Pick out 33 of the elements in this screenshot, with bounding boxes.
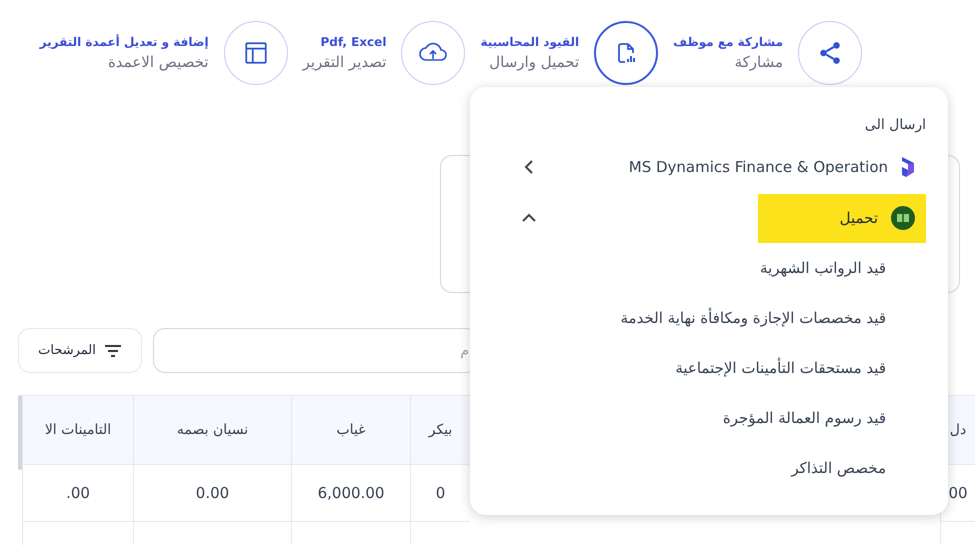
table-cell-text: 0.00 <box>196 482 230 504</box>
action-title: القيود المحاسبية <box>480 34 580 51</box>
menu-item[interactable]: MS Dynamics Finance & Operation <box>628 142 926 192</box>
table-cell-text: 00 <box>948 482 968 504</box>
action-subtitle: تخصيص الاعمدة <box>108 52 209 73</box>
table-cell-text: 6,000.00 <box>318 482 384 504</box>
menu-subitem[interactable]: قيد مخصصات الإجازة ومكافأة نهاية الخدمة <box>620 293 926 343</box>
chevron-left-icon <box>524 159 534 175</box>
table-cell-text: 0 <box>436 482 446 504</box>
column-header: غياب <box>336 420 366 440</box>
table-cell-text: .00 <box>66 482 90 504</box>
menu-item[interactable]: تحميل <box>758 194 926 242</box>
filter-icon <box>104 344 122 358</box>
filters-button[interactable]: المرشحات <box>18 328 142 373</box>
column-header: التامينات الا <box>44 420 112 440</box>
layout-icon <box>242 40 269 66</box>
chevron-up-icon <box>521 213 537 223</box>
menu-title: ارسال الى <box>864 116 926 134</box>
action-subtitle: تصدير التقرير <box>302 52 386 73</box>
column-header: نسيان بصمه <box>176 420 248 440</box>
action-subtitle: تحميل وارسال <box>489 52 580 73</box>
action-subtitle: مشاركة <box>734 52 783 73</box>
menu-subitem[interactable]: قيد الرواتب الشهرية <box>760 243 926 293</box>
menu-subitem[interactable]: قيد رسوم العمالة المؤجرة <box>722 393 926 443</box>
action-title: مشاركة مع موظف <box>673 34 783 51</box>
column-header: بيكر <box>428 420 452 440</box>
spreadsheet-icon <box>890 205 916 231</box>
menu-subitem[interactable]: مخصص التذاكر <box>791 443 926 493</box>
action-title: Pdf, Excel <box>320 34 386 51</box>
app-logo-icon <box>900 155 916 179</box>
column-header: دل <box>950 420 966 440</box>
action-title: إضافة و تعديل أعمدة التقرير <box>40 33 209 51</box>
menu-subitem[interactable]: قيد مستحقات التأمينات الإجتماعية <box>675 343 926 393</box>
